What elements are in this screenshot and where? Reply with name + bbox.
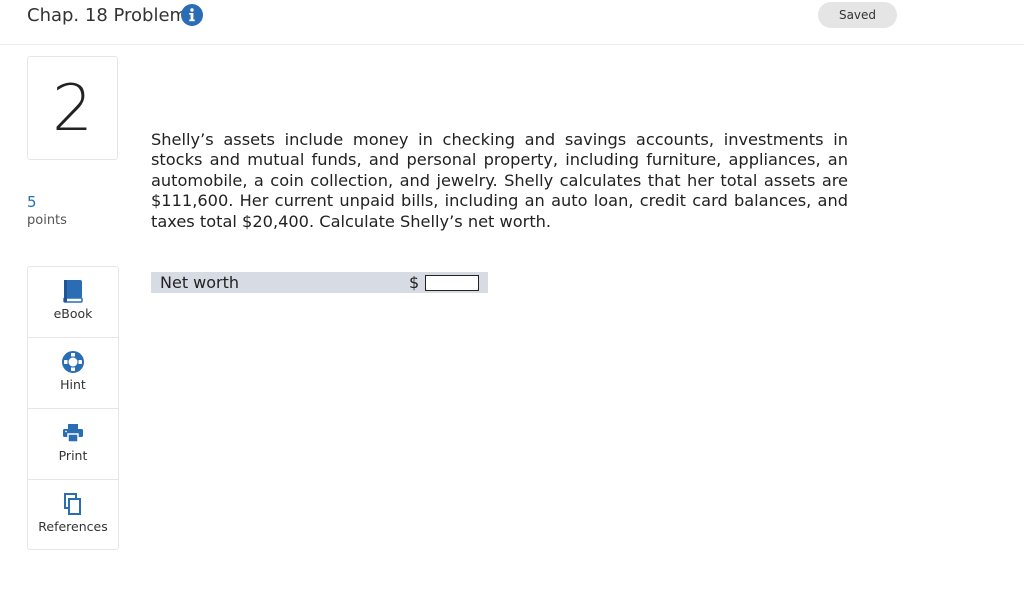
saved-status-badge: Saved [818, 2, 897, 28]
printer-icon [63, 424, 83, 443]
hint-label: Hint [60, 377, 86, 392]
book-icon [63, 280, 83, 303]
page-title: Chap. 18 Problems [27, 5, 197, 26]
tools-panel: eBook Hint Print References [27, 266, 119, 550]
references-label: References [38, 519, 108, 534]
question-text: Shelly’s assets include money in checkin… [151, 130, 848, 231]
net-worth-input[interactable] [425, 275, 479, 291]
print-label: Print [58, 448, 88, 463]
question-number: 2 [52, 72, 93, 146]
info-icon[interactable] [181, 4, 203, 26]
points-label: points [27, 213, 67, 228]
answer-row: Net worth $ [151, 272, 488, 293]
header-bar: Chap. 18 Problems Saved [0, 0, 1024, 45]
print-button[interactable]: Print [28, 409, 118, 480]
lifebuoy-icon [62, 351, 84, 373]
copy-icon [64, 493, 81, 515]
question-number-box: 2 [27, 56, 118, 160]
ebook-label: eBook [53, 306, 93, 321]
points-value: 5 [27, 193, 37, 211]
currency-symbol: $ [409, 273, 420, 292]
ebook-button[interactable]: eBook [28, 267, 118, 338]
references-button[interactable]: References [28, 480, 118, 551]
net-worth-label: Net worth [160, 273, 240, 292]
hint-button[interactable]: Hint [28, 338, 118, 409]
